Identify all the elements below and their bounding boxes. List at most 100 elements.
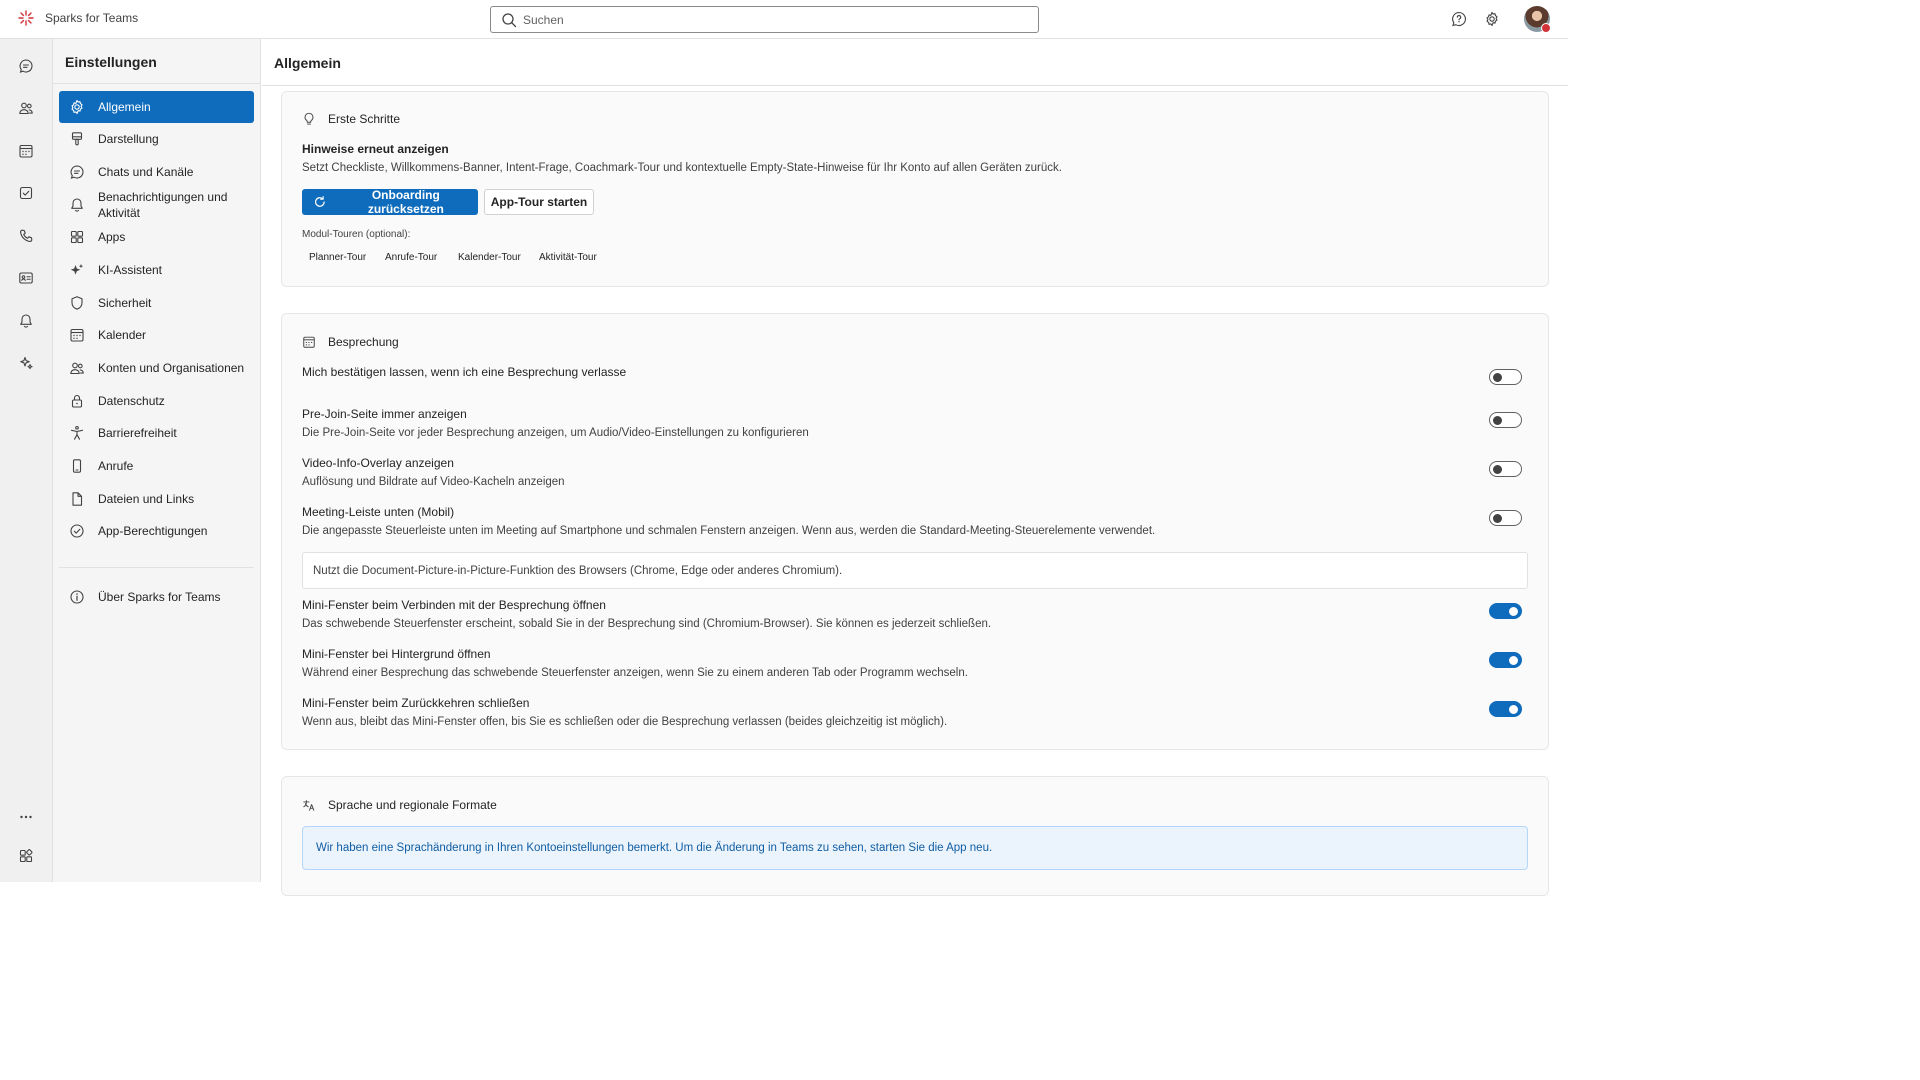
chat-icon[interactable] bbox=[18, 58, 34, 74]
paintbrush-icon bbox=[71, 132, 83, 146]
start-app-tour-button[interactable]: App-Tour starten bbox=[484, 189, 594, 215]
meeting-bar-toggle[interactable] bbox=[1489, 510, 1522, 526]
prejoin-title: Pre-Join-Seite immer anzeigen bbox=[302, 407, 467, 421]
lightbulb-icon bbox=[304, 112, 314, 125]
main-content: Erste Schritte Hinweise erneut anzeigen … bbox=[262, 86, 1568, 896]
calendar-icon bbox=[70, 328, 84, 342]
calls-icon[interactable] bbox=[18, 228, 34, 244]
nav-item-apps[interactable]: Apps bbox=[59, 221, 254, 253]
planner-tour-link[interactable]: Planner-Tour bbox=[309, 252, 366, 263]
apps-icon bbox=[70, 230, 84, 244]
nav-item-chats[interactable]: Chats und Kanäle bbox=[59, 156, 254, 188]
hint-description: Setzt Checkliste, Willkommens-Banner, In… bbox=[302, 162, 1062, 174]
more-icon[interactable] bbox=[18, 809, 34, 825]
toggle-knob bbox=[1493, 372, 1502, 382]
toggle-knob bbox=[1509, 655, 1518, 665]
phone-icon bbox=[72, 459, 82, 473]
checkmark-circle-icon bbox=[70, 524, 84, 538]
meeting-bar-description: Die angepasste Steuerleiste unten im Mee… bbox=[302, 525, 1156, 537]
card-header: Sprache und regionale Formate bbox=[302, 798, 497, 812]
refresh-icon bbox=[314, 196, 325, 207]
search-box[interactable] bbox=[490, 6, 1039, 33]
copilot-sparkle-icon[interactable] bbox=[18, 355, 34, 371]
card-heading: Erste Schritte bbox=[328, 112, 401, 126]
video-overlay-description: Auflösung und Bildrate auf Video-Kacheln… bbox=[302, 476, 565, 488]
toggle-knob bbox=[1493, 415, 1502, 425]
hint-title: Hinweise erneut anzeigen bbox=[302, 142, 449, 156]
nav-item-about[interactable]: Über Sparks for Teams bbox=[59, 581, 254, 613]
teams-icon[interactable] bbox=[18, 100, 34, 116]
chat-icon bbox=[70, 165, 84, 179]
nav-item-datenschutz[interactable]: Datenschutz bbox=[59, 385, 254, 417]
apps-icon[interactable] bbox=[18, 848, 34, 864]
contacts-card-icon[interactable] bbox=[18, 270, 34, 286]
meeting-bar-title: Meeting-Leiste unten (Mobil) bbox=[302, 505, 455, 519]
nav-item-label: Anrufe bbox=[98, 459, 134, 473]
bell-icon[interactable] bbox=[18, 313, 34, 329]
reset-onboarding-button[interactable]: Onboarding zurücksetzen bbox=[302, 188, 478, 216]
calls-tour-link[interactable]: Anrufe-Tour bbox=[385, 252, 437, 263]
mini-return-toggle[interactable] bbox=[1489, 701, 1522, 717]
nav-item-anrufe[interactable]: Anrufe bbox=[59, 450, 254, 482]
sparkle-icon bbox=[70, 264, 84, 275]
calendar-icon[interactable] bbox=[18, 143, 34, 159]
presence-status-badge bbox=[1541, 23, 1551, 33]
card-heading: Sprache und regionale Formate bbox=[328, 798, 497, 812]
video-overlay-toggle[interactable] bbox=[1489, 461, 1522, 477]
nav-item-konten[interactable]: Konten und Organisationen bbox=[59, 352, 254, 384]
erste-schritte-card: Erste Schritte Hinweise erneut anzeigen … bbox=[281, 91, 1549, 287]
translate-icon bbox=[303, 800, 315, 811]
toggle-knob bbox=[1509, 704, 1518, 714]
module-tours-label: Modul-Touren (optional): bbox=[302, 229, 411, 240]
search-input[interactable] bbox=[523, 12, 1023, 27]
settings-title: Einstellungen bbox=[65, 54, 157, 70]
mini-background-toggle[interactable] bbox=[1489, 652, 1522, 668]
activity-tour-link[interactable]: Aktivität-Tour bbox=[539, 252, 597, 263]
nav-item-app-berechtigungen[interactable]: App-Berechtigungen bbox=[59, 515, 254, 547]
confirm-leave-toggle[interactable] bbox=[1489, 369, 1522, 385]
sparks-logo-icon bbox=[18, 10, 34, 26]
reset-onboarding-label: Onboarding zurücksetzen bbox=[367, 188, 444, 216]
nav-item-label: Apps bbox=[98, 230, 126, 244]
card-heading: Besprechung bbox=[328, 335, 399, 349]
nav-item-label: Barrierefreiheit bbox=[98, 426, 177, 440]
prejoin-description: Die Pre-Join-Seite vor jeder Besprechung… bbox=[302, 427, 809, 439]
nav-item-benachrichtigungen[interactable]: Benachrichtigungen und Aktivität bbox=[59, 188, 254, 222]
settings-gear-icon[interactable] bbox=[1484, 11, 1500, 27]
mini-background-description: Während einer Besprechung das schwebende… bbox=[302, 667, 968, 679]
app-name: Sparks for Teams bbox=[45, 11, 139, 25]
nav-item-label: Datenschutz bbox=[98, 394, 165, 408]
mini-return-title: Mini-Fenster beim Zurückkehren schließen bbox=[302, 696, 530, 710]
main-header: Allgemein bbox=[262, 39, 1568, 86]
mini-join-toggle[interactable] bbox=[1489, 603, 1522, 619]
toggle-knob bbox=[1493, 464, 1502, 474]
prejoin-toggle[interactable] bbox=[1489, 412, 1522, 428]
people-icon bbox=[70, 362, 84, 375]
nav-item-barrierefreiheit[interactable]: Barrierefreiheit bbox=[59, 417, 254, 449]
settings-nav: Einstellungen Allgemein Darstellung Chat… bbox=[53, 39, 261, 882]
nav-item-sicherheit[interactable]: Sicherheit bbox=[59, 287, 254, 319]
divider bbox=[59, 567, 254, 568]
nav-item-darstellung[interactable]: Darstellung bbox=[59, 123, 254, 155]
nav-item-dateien[interactable]: Dateien und Links bbox=[59, 483, 254, 515]
nav-item-label: Dateien und Links bbox=[98, 492, 195, 506]
top-bar: Sparks for Teams bbox=[0, 0, 1568, 39]
gear-icon bbox=[71, 99, 83, 115]
nav-item-ki-assistent[interactable]: KI-Assistent bbox=[59, 254, 254, 286]
help-icon[interactable] bbox=[1451, 11, 1467, 27]
sprache-card: Sprache und regionale Formate Wir haben … bbox=[281, 776, 1549, 896]
nav-item-kalender[interactable]: Kalender bbox=[59, 319, 254, 351]
brand[interactable]: Sparks for Teams bbox=[18, 10, 138, 26]
nav-item-allgemein[interactable]: Allgemein bbox=[59, 91, 254, 123]
toggle-knob bbox=[1493, 513, 1502, 523]
video-overlay-title: Video-Info-Overlay anzeigen bbox=[302, 456, 454, 470]
pip-info-box: Nutzt die Document-Picture-in-Picture-Fu… bbox=[302, 552, 1528, 589]
calendar-tour-link[interactable]: Kalender-Tour bbox=[458, 252, 521, 263]
lock-icon bbox=[71, 394, 83, 408]
bell-icon bbox=[71, 198, 83, 212]
nav-item-label: App-Berechtigungen bbox=[98, 524, 208, 538]
nav-item-label: KI-Assistent bbox=[98, 263, 163, 277]
calendar-icon bbox=[303, 336, 315, 348]
tasks-icon[interactable] bbox=[18, 185, 34, 201]
shield-icon bbox=[71, 296, 83, 310]
